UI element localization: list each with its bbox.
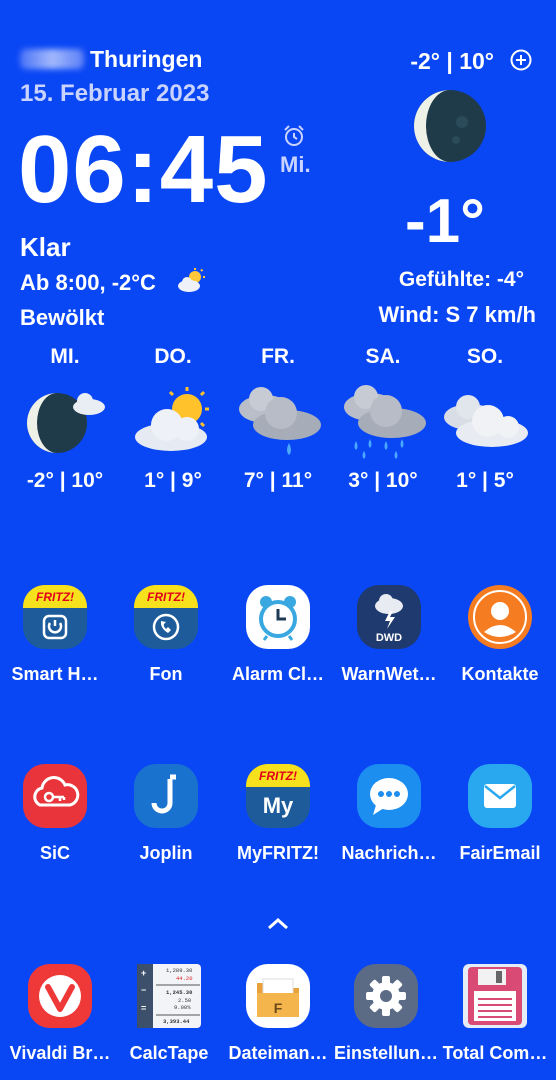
app-fon[interactable]: FRITZ! Fon <box>111 584 221 685</box>
forecast-day-label: DO. <box>154 345 192 368</box>
forecast-day[interactable]: SA. 3° | 10° <box>328 345 438 493</box>
clock-time[interactable]: 06:45 <box>18 115 269 225</box>
dock-settings[interactable]: Einstellun… <box>331 963 441 1064</box>
total-commander-icon <box>463 964 527 1028</box>
svg-text:My: My <box>263 793 294 818</box>
svg-text:FRITZ!: FRITZ! <box>147 590 185 604</box>
app-label: Dateiman… <box>228 1043 328 1063</box>
add-icon[interactable] <box>510 49 532 71</box>
app-label: Smart H… <box>11 664 99 684</box>
app-warnwetter[interactable]: DWD WarnWet… <box>334 584 444 685</box>
moon-cloud-icon <box>27 393 105 453</box>
app-label: SiC <box>39 843 70 863</box>
forecast-temps: 1° | 5° <box>456 469 514 492</box>
file-manager-icon: F <box>246 964 310 1028</box>
moon-icon <box>414 90 486 162</box>
dock-file-manager[interactable]: F Dateiman… <box>223 963 333 1064</box>
rain-cloud-icon <box>239 387 321 455</box>
forecast-temps: 1° | 9° <box>144 469 202 492</box>
sic-cloud-key-icon <box>23 764 87 828</box>
svg-text:2.50: 2.50 <box>178 997 191 1004</box>
email-icon <box>468 764 532 828</box>
forecast-temps: 3° | 10° <box>348 469 418 492</box>
svg-text:3,393.44: 3,393.44 <box>163 1018 190 1025</box>
app-alarm-clock[interactable]: Alarm Cl… <box>223 584 333 685</box>
svg-text:=: = <box>141 1003 146 1013</box>
app-joplin[interactable]: Joplin <box>111 763 221 864</box>
fritz-smart-home-icon: FRITZ! <box>22 585 88 649</box>
forecast-day[interactable]: DO. 1° | 9° <box>118 345 228 493</box>
forecast-day[interactable]: MI. -2° | 10° <box>10 345 120 493</box>
app-myfritz[interactable]: FRITZ! My MyFRITZ! <box>223 763 333 864</box>
joplin-icon <box>134 764 198 828</box>
svg-text:44.20: 44.20 <box>176 975 193 982</box>
app-label: Joplin <box>139 843 193 863</box>
vivaldi-icon <box>28 964 92 1028</box>
current-condition: Klar <box>20 232 71 262</box>
myfritz-icon: FRITZ! My <box>245 764 311 828</box>
cloud-icon <box>444 395 528 447</box>
dock-vivaldi[interactable]: Vivaldi Br… <box>5 963 115 1064</box>
calctape-icon: + − = 1,289.30 44.20 1,245.30 2.50 9.00% 3… <box>137 964 201 1028</box>
app-label: Nachrich… <box>341 843 437 863</box>
alarm-clock-icon <box>246 585 310 649</box>
dwd-warnwetter-icon: DWD <box>357 585 421 649</box>
date-label[interactable]: 15. Februar 2023 <box>20 80 209 108</box>
alarm-icon <box>284 125 304 146</box>
sun-cloud-icon <box>135 387 209 451</box>
svg-text:1,245.30: 1,245.30 <box>166 989 192 996</box>
app-label: Kontakte <box>461 664 539 684</box>
svg-text:1,289.30: 1,289.30 <box>166 967 192 974</box>
forecast-day-label: MI. <box>50 345 80 368</box>
forecast-day-label: FR. <box>261 345 295 368</box>
app-nachrichten[interactable]: Nachrich… <box>334 763 444 864</box>
settings-gear-icon <box>354 964 418 1028</box>
forecast-day-label: SO. <box>466 345 504 368</box>
dock-calctape[interactable]: + − = 1,289.30 44.20 1,245.30 2.50 9.00% 3… <box>114 963 224 1064</box>
redacted-city <box>20 49 84 69</box>
forecast-day[interactable]: SO. 1° | 5° <box>430 345 540 493</box>
app-label: Alarm Cl… <box>231 664 325 684</box>
app-label: CalcTape <box>129 1043 209 1063</box>
svg-text:9.00%: 9.00% <box>174 1004 191 1011</box>
wind-info: Wind: S 7 km/h <box>378 302 536 327</box>
partly-cloudy-icon <box>178 268 205 292</box>
svg-text:−: − <box>141 985 146 995</box>
fritz-fon-icon: FRITZ! <box>133 585 199 649</box>
svg-text:FRITZ!: FRITZ! <box>36 590 74 604</box>
app-smart-home[interactable]: FRITZ! Smart H… <box>0 584 110 685</box>
app-label: Total Com… <box>442 1043 548 1063</box>
feels-like: Gefühlte: -4° <box>398 268 524 291</box>
svg-text:F: F <box>274 1000 283 1016</box>
dock-total-commander[interactable]: Total Com… <box>440 963 550 1064</box>
app-label: WarnWet… <box>341 664 437 684</box>
later-condition: Bewölkt <box>20 305 105 330</box>
forecast-day[interactable]: FR. 7° | 11° <box>223 345 333 493</box>
app-sic[interactable]: SiC <box>0 763 110 864</box>
chevron-up-icon[interactable] <box>265 915 291 933</box>
app-fairemail[interactable]: FairEmail <box>445 763 555 864</box>
app-label: Fon <box>149 664 183 684</box>
app-label: Einstellun… <box>333 1043 438 1063</box>
app-label: MyFRITZ! <box>237 843 319 863</box>
svg-text:+: + <box>141 968 146 978</box>
forecast-temps: 7° | 11° <box>243 469 313 492</box>
app-kontakte[interactable]: Kontakte <box>445 584 555 685</box>
forecast-day-label: SA. <box>365 345 401 368</box>
weekday-label: Mi. <box>280 152 311 177</box>
app-label: Vivaldi Br… <box>9 1043 111 1063</box>
forecast-temps: -2° | 10° <box>26 469 104 492</box>
current-temperature[interactable]: -1° <box>405 186 485 257</box>
messages-icon <box>357 764 421 828</box>
later-forecast: Ab 8:00, -2°C <box>20 270 156 295</box>
today-temp-range: -2° | 10° <box>410 48 494 74</box>
location-label[interactable]: Thuringen <box>20 46 202 73</box>
heavy-rain-cloud-icon <box>344 385 426 459</box>
contacts-icon <box>468 585 532 649</box>
app-label: FairEmail <box>459 843 541 863</box>
svg-text:FRITZ!: FRITZ! <box>259 769 297 783</box>
svg-text:DWD: DWD <box>376 632 402 644</box>
